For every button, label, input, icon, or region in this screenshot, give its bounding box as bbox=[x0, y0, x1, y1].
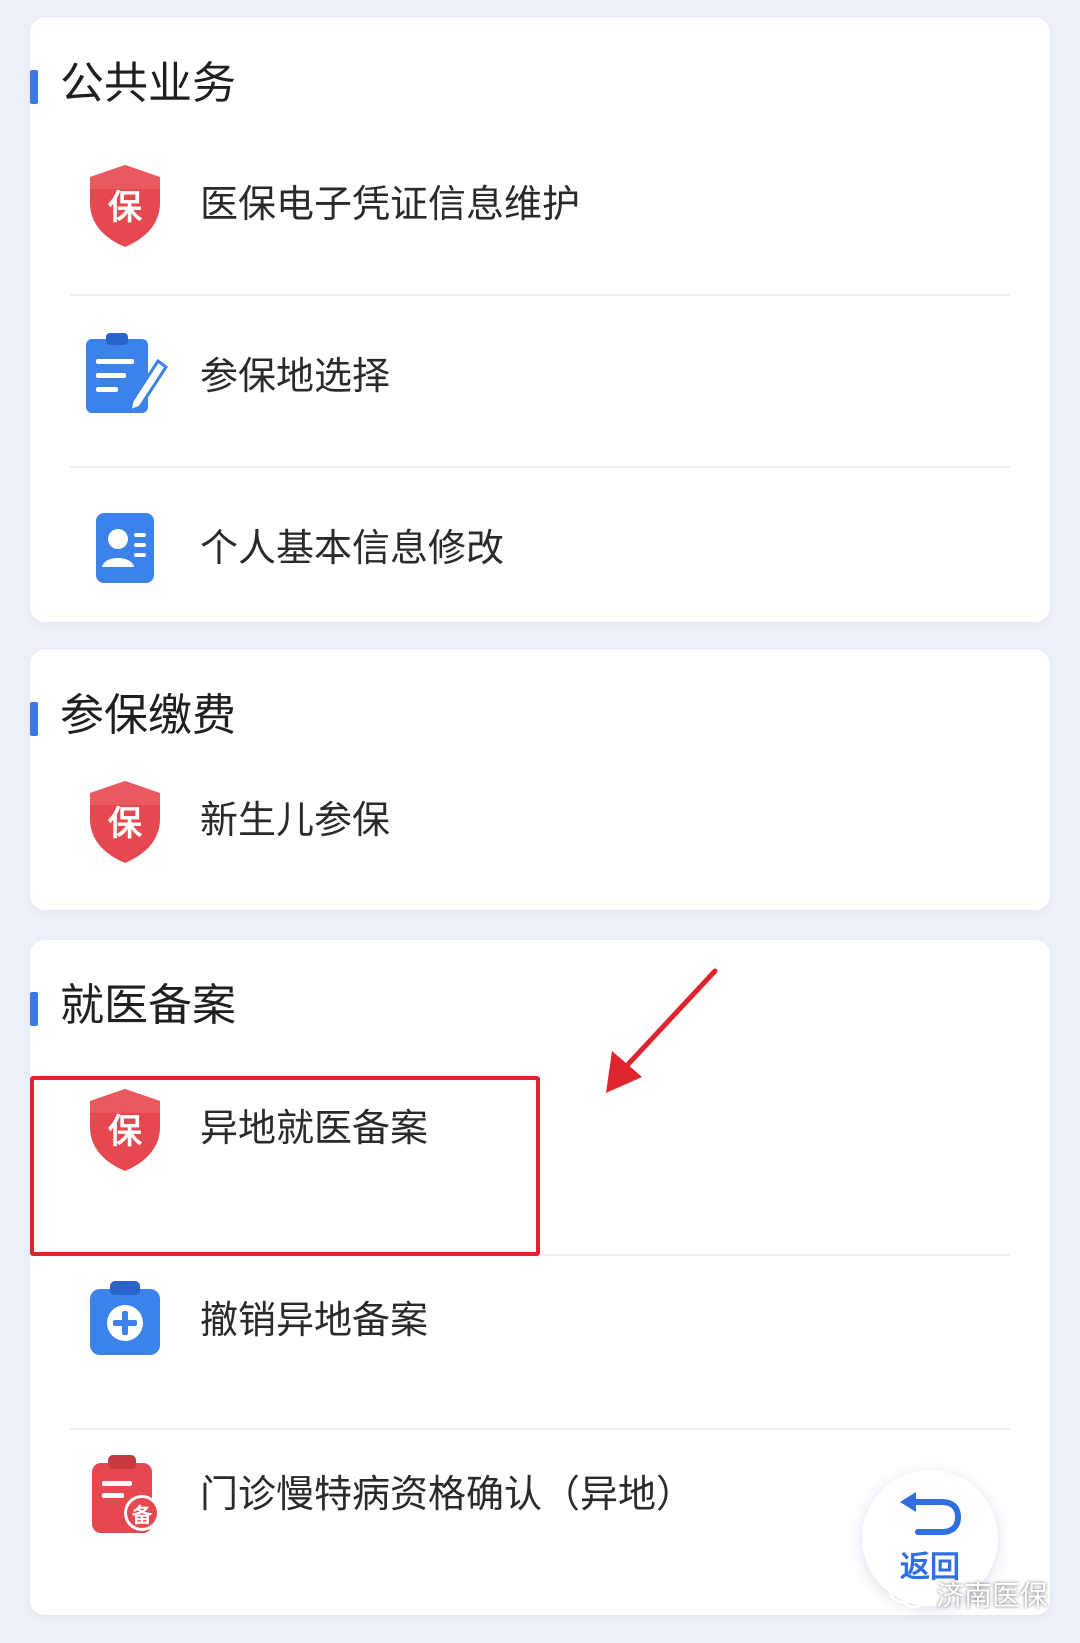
section-card-public-services: 公共业务 保 医保电子凭证信息维护 参保地选择 个人基本信息修改 bbox=[30, 18, 1050, 622]
svg-text:备: 备 bbox=[131, 1503, 153, 1527]
insurance-shield-icon: 保 bbox=[90, 165, 160, 247]
edit-document-icon bbox=[86, 333, 169, 414]
svg-text:保: 保 bbox=[108, 188, 143, 228]
section-title: 公共业务 bbox=[60, 58, 236, 109]
filing-clipboard-icon: 备 bbox=[92, 1455, 160, 1533]
medical-clipboard-icon bbox=[90, 1281, 160, 1355]
list-item-label: 撤销异地备案 bbox=[200, 1298, 429, 1342]
list-item-label: 医保电子凭证信息维护 bbox=[200, 182, 581, 226]
section-title-bar bbox=[30, 70, 38, 104]
list-item-personal-info-edit[interactable]: 个人基本信息修改 bbox=[30, 458, 1050, 638]
svg-text:保: 保 bbox=[108, 804, 143, 844]
insurance-shield-icon: 保 bbox=[90, 781, 160, 863]
list-item-label: 新生儿参保 bbox=[200, 798, 391, 842]
watermark-text: 济南医保 bbox=[936, 1579, 1049, 1612]
list-item-label: 参保地选择 bbox=[200, 354, 391, 398]
back-arrow-icon bbox=[900, 1492, 962, 1535]
highlight-box bbox=[30, 1076, 540, 1256]
profile-card-icon bbox=[96, 513, 154, 583]
section-title-bar bbox=[30, 992, 38, 1026]
list-item-label: 门诊慢特病资格确认（异地） bbox=[200, 1472, 695, 1516]
watermark: 济南医保 bbox=[888, 1572, 1048, 1616]
list-item-label: 个人基本信息修改 bbox=[200, 526, 505, 570]
list-item-cancel-remote-filing[interactable]: 撤销异地备案 bbox=[30, 1230, 1050, 1410]
list-item-newborn-insurance[interactable]: 保 新生儿参保 bbox=[30, 730, 1050, 910]
section-card-insurance-payment: 参保缴费 保 新生儿参保 bbox=[30, 650, 1050, 910]
section-title: 就医备案 bbox=[60, 980, 236, 1031]
annotation-arrow-icon bbox=[606, 968, 718, 1093]
list-item-e-voucher-maintenance[interactable]: 保 医保电子凭证信息维护 bbox=[30, 114, 1050, 294]
wechat-icon bbox=[888, 1578, 927, 1609]
list-item-insured-location-select[interactable]: 参保地选择 bbox=[30, 286, 1050, 466]
